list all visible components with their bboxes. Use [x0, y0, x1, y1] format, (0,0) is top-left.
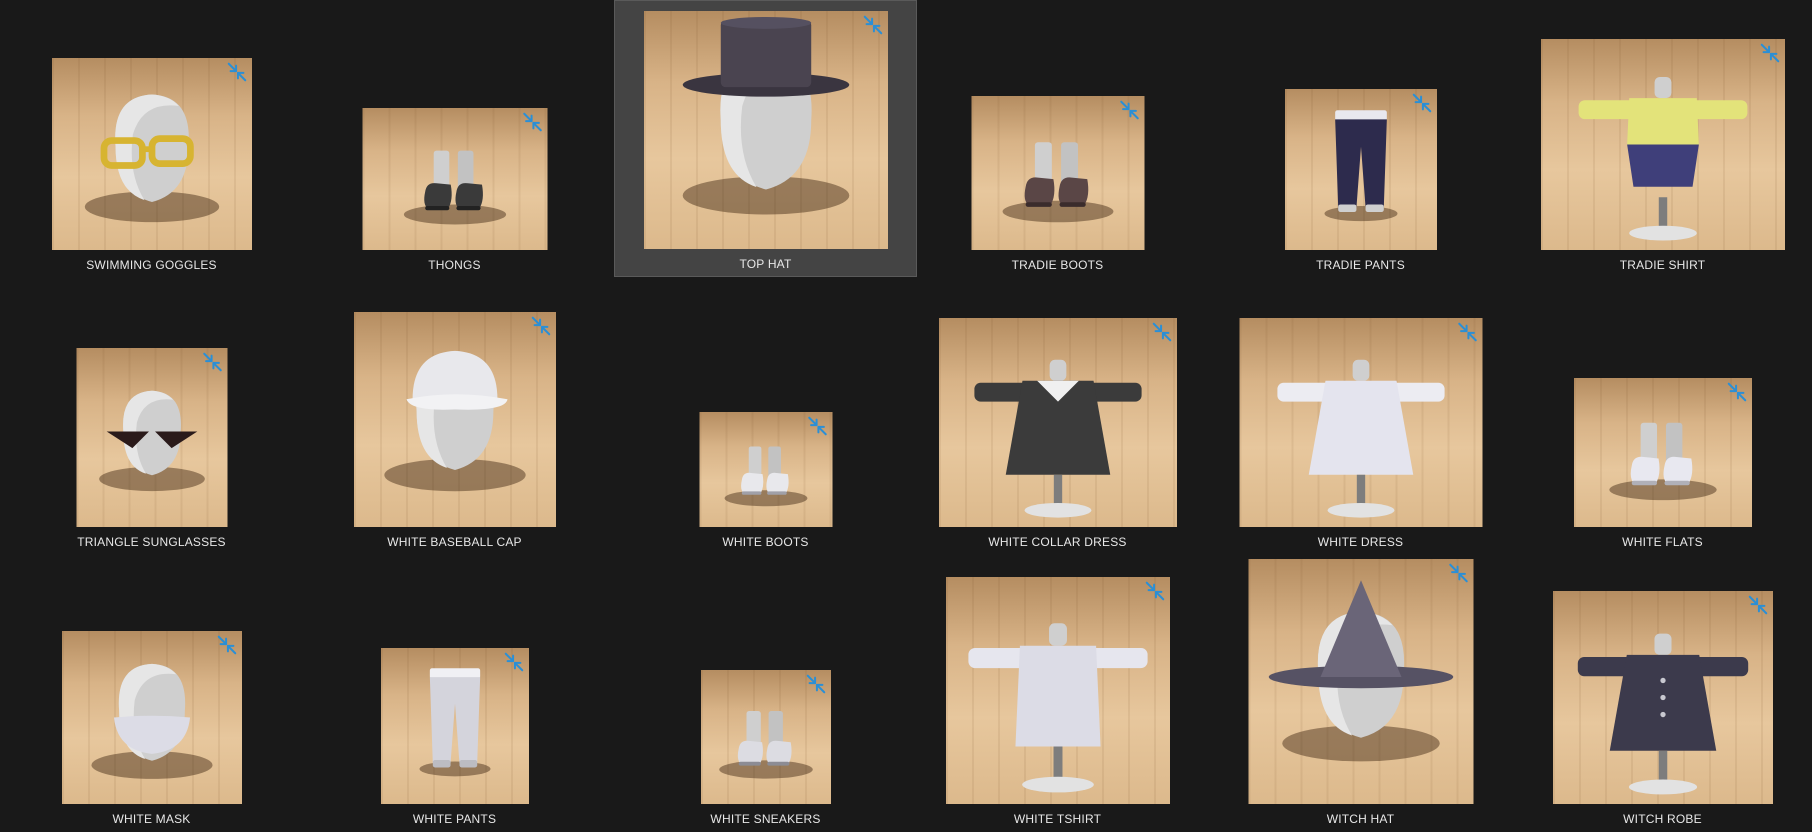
- grid-item-label: THONGS: [428, 258, 481, 272]
- compress-arrows-icon: [1118, 99, 1140, 121]
- grid-item-white-flats[interactable]: WHITE FLATS: [1511, 277, 1812, 554]
- grid-item-label: WHITE DRESS: [1317, 535, 1404, 549]
- grid-item-label: WHITE BOOTS: [722, 535, 809, 549]
- compress-arrows-icon: [201, 351, 223, 373]
- grid-item-top-hat[interactable]: TOP HAT: [614, 0, 917, 277]
- grid-item-witch-robe[interactable]: WITCH ROBE: [1511, 554, 1812, 831]
- white-flats-thumbnail: [1573, 378, 1752, 527]
- grid-item-label: WITCH ROBE: [1623, 812, 1702, 826]
- grid-item-tradie-pants[interactable]: TRADIE PANTS: [1209, 0, 1512, 277]
- grid-item-label: TRADIE PANTS: [1316, 258, 1405, 272]
- grid-item-label: WHITE COLLAR DRESS: [988, 535, 1127, 549]
- grid-item-swimming-goggles[interactable]: SWIMMING GOGGLES: [0, 0, 303, 277]
- compress-arrows-icon: [216, 634, 238, 656]
- grid-item-label: SWIMMING GOGGLES: [86, 258, 217, 272]
- triangle-sunglasses-thumbnail: [76, 348, 227, 527]
- white-dress-thumbnail: [1239, 318, 1482, 527]
- swimming-goggles-thumbnail: [51, 58, 252, 250]
- grid-item-white-mask[interactable]: WHITE MASK: [0, 554, 303, 831]
- compress-arrows-icon: [1456, 321, 1478, 343]
- compress-arrows-icon: [1747, 594, 1769, 616]
- grid-item-tradie-shirt[interactable]: TRADIE SHIRT: [1511, 0, 1812, 277]
- grid-item-label: TOP HAT: [739, 257, 792, 271]
- thongs-thumbnail: [362, 108, 547, 250]
- grid-item-triangle-sunglasses[interactable]: TRIANGLE SUNGLASSES: [0, 277, 303, 554]
- compress-arrows-icon: [1447, 562, 1469, 584]
- compress-arrows-icon: [226, 61, 248, 83]
- grid-item-thongs[interactable]: THONGS: [303, 0, 606, 277]
- grid-item-label: TRADIE BOOTS: [1011, 258, 1104, 272]
- grid-item-white-sneakers[interactable]: WHITE SNEAKERS: [614, 554, 917, 831]
- white-mask-thumbnail: [61, 631, 242, 804]
- asset-grid: SWIMMING GOGGLES THONGS TOP HAT TRADIE B…: [0, 0, 1812, 832]
- compress-arrows-icon: [1144, 580, 1166, 602]
- grid-item-label: WHITE TSHIRT: [1013, 812, 1102, 826]
- white-pants-thumbnail: [380, 648, 529, 804]
- grid-item-white-pants[interactable]: WHITE PANTS: [303, 554, 606, 831]
- grid-item-label: WHITE MASK: [112, 812, 191, 826]
- top-hat-thumbnail: [643, 11, 888, 249]
- white-collar-dress-thumbnail: [938, 318, 1177, 527]
- white-sneakers-thumbnail: [700, 670, 831, 804]
- witch-robe-thumbnail: [1552, 591, 1773, 804]
- grid-item-white-dress[interactable]: WHITE DRESS: [1209, 277, 1512, 554]
- grid-item-label: WITCH HAT: [1326, 812, 1395, 826]
- compress-arrows-icon: [806, 415, 828, 437]
- grid-item-label: TRADIE SHIRT: [1619, 258, 1706, 272]
- white-boots-thumbnail: [699, 412, 832, 527]
- compress-arrows-icon: [521, 111, 543, 133]
- tradie-boots-thumbnail: [971, 96, 1144, 250]
- grid-item-label: WHITE BASEBALL CAP: [387, 535, 522, 549]
- compress-arrows-icon: [503, 651, 525, 673]
- grid-item-label: TRIANGLE SUNGLASSES: [77, 535, 226, 549]
- compress-arrows-icon: [530, 315, 552, 337]
- compress-arrows-icon: [1411, 92, 1433, 114]
- compress-arrows-icon: [805, 673, 827, 695]
- witch-hat-thumbnail: [1248, 559, 1473, 804]
- compress-arrows-icon: [1151, 321, 1173, 343]
- white-tshirt-thumbnail: [945, 577, 1170, 804]
- grid-item-label: WHITE FLATS: [1622, 535, 1703, 549]
- tradie-shirt-thumbnail: [1540, 39, 1785, 250]
- grid-item-white-boots[interactable]: WHITE BOOTS: [614, 277, 917, 554]
- grid-item-label: WHITE SNEAKERS: [710, 812, 821, 826]
- compress-arrows-icon: [1726, 381, 1748, 403]
- grid-item-white-baseball-cap[interactable]: WHITE BASEBALL CAP: [303, 277, 606, 554]
- white-baseball-cap-thumbnail: [353, 312, 556, 527]
- compress-arrows-icon: [862, 14, 884, 36]
- compress-arrows-icon: [1759, 42, 1781, 64]
- tradie-pants-thumbnail: [1284, 89, 1437, 250]
- grid-item-label: WHITE PANTS: [412, 812, 497, 826]
- grid-item-white-collar-dress[interactable]: WHITE COLLAR DRESS: [906, 277, 1209, 554]
- grid-item-witch-hat[interactable]: WITCH HAT: [1209, 554, 1512, 831]
- grid-item-white-tshirt[interactable]: WHITE TSHIRT: [906, 554, 1209, 831]
- grid-item-tradie-boots[interactable]: TRADIE BOOTS: [906, 0, 1209, 277]
